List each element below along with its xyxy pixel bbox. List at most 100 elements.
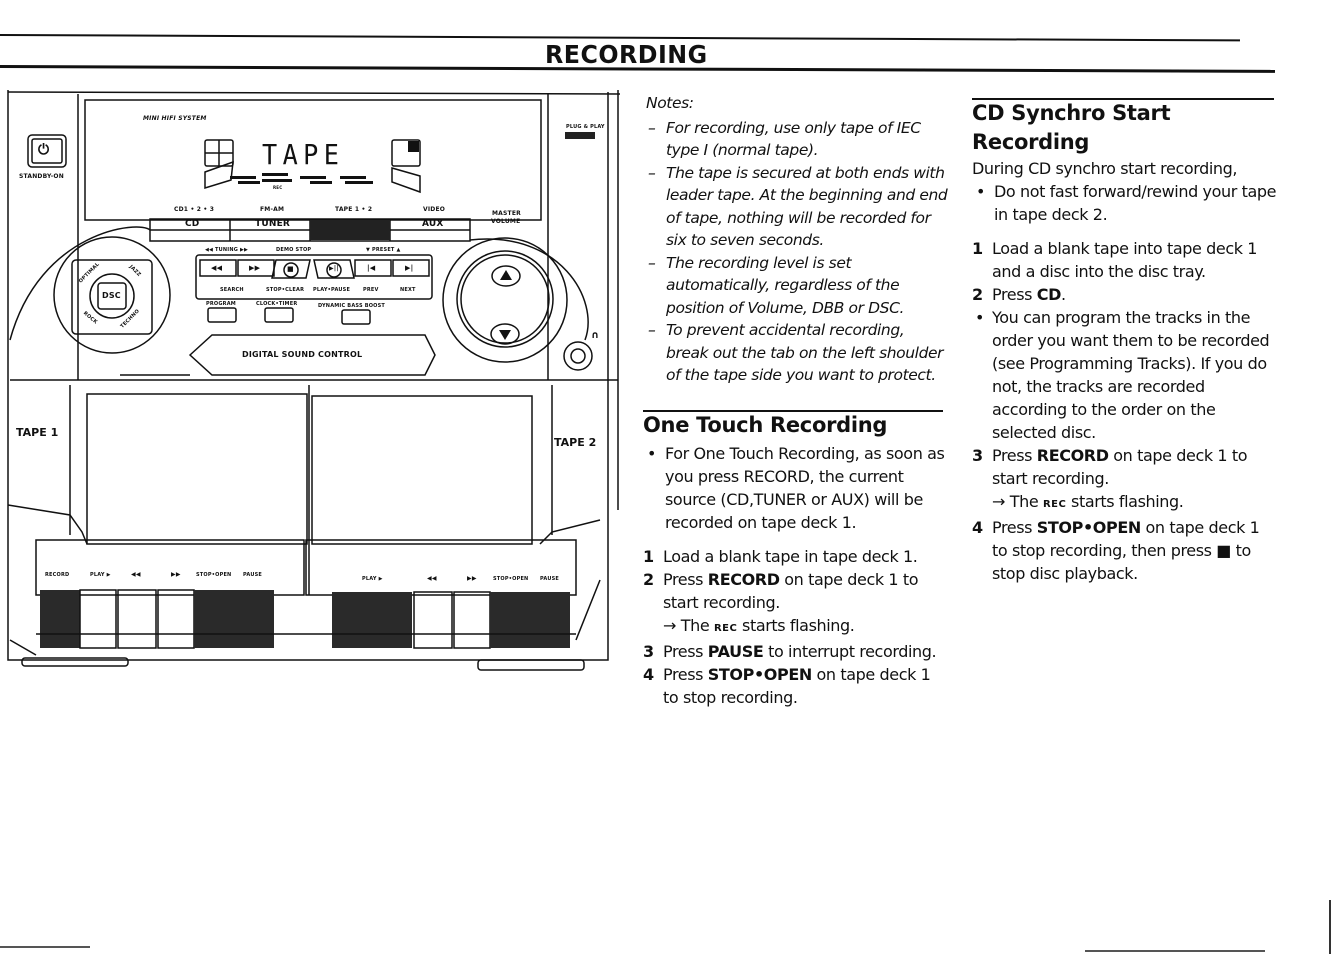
bullet-marker: •	[647, 444, 657, 463]
one-touch-heading: One Touch Recording	[643, 413, 888, 437]
next-label: NEXT	[400, 287, 416, 293]
cd-synchro-intro: During CD synchro start recording,	[972, 159, 1238, 178]
one-touch-step: 2 Press RECORD on tape deck 1 to start re…	[643, 568, 948, 640]
cd-synchro-bullet: • Do not fast forward/rewind your tape in…	[972, 180, 1277, 226]
page-edge	[1329, 900, 1331, 954]
one-touch-step: 1 Load a blank tape in tape deck 1.	[643, 545, 948, 568]
source-button-tuner[interactable]: TUNER	[255, 219, 290, 229]
brand-line: MINI HIFI SYSTEM	[143, 115, 207, 122]
deck2-stop-open-label: STOP•OPEN	[493, 576, 529, 582]
step-text: to interrupt recording.	[763, 642, 937, 661]
source-top-fmam: FM-AM	[260, 206, 285, 213]
dash-marker: –	[648, 163, 656, 182]
rewind-button[interactable]: ◀◀	[211, 264, 222, 272]
power-icon[interactable]: ⏻	[38, 141, 49, 159]
note-item: – The tape is secured at both ends with l…	[646, 162, 951, 252]
result-text: The	[676, 616, 714, 635]
master-volume-label-1: MASTER	[492, 210, 521, 217]
step-text: Load a blank tape into tape deck 1 and a…	[992, 239, 1258, 281]
step-text: Press	[992, 518, 1037, 537]
stop-button[interactable]: ■	[287, 265, 294, 273]
clock-timer-button[interactable]	[265, 308, 293, 322]
step-number: 4	[643, 665, 654, 684]
note-text: The tape is secured at both ends with le…	[666, 163, 948, 250]
step-keyword: RECORD	[1036, 446, 1109, 465]
dbb-label: DYNAMIC BASS BOOST	[318, 303, 386, 309]
step-number: 2	[972, 285, 983, 304]
step-text: Press	[663, 570, 708, 589]
note-item: – For recording, use only tape of IEC typ…	[646, 117, 951, 162]
bullet-text: Do not fast forward/rewind your tape in …	[994, 182, 1277, 224]
result-text: The	[1005, 492, 1043, 511]
deck2-rewind-key[interactable]	[414, 592, 452, 648]
program-label: PROGRAM	[206, 301, 236, 307]
notes-heading: Notes:	[646, 94, 694, 112]
note-text: The recording level is set automatically…	[666, 253, 905, 317]
deck1-pause-label: PAUSE	[243, 572, 262, 578]
one-touch-section: One Touch Recording • For One Touch Recor…	[643, 411, 948, 709]
dsc-label: DIGITAL SOUND CONTROL	[242, 350, 363, 359]
forward-button[interactable]: ▶▶	[249, 264, 260, 272]
tuning-label: ◀◀ TUNING ▶▶	[205, 247, 249, 253]
search-label: SEARCH	[220, 287, 244, 293]
deck2-forward-key[interactable]	[454, 592, 490, 648]
deck2-stop-open-key[interactable]	[490, 592, 530, 648]
tape1-label: TAPE 1	[16, 426, 59, 439]
bullet-text: You can program the tracks in the order …	[992, 308, 1270, 442]
play-pause-button[interactable]: ▶||	[329, 265, 339, 272]
step-number: 3	[972, 446, 983, 465]
volume-up-button[interactable]	[492, 266, 520, 286]
result-text: starts flashing.	[737, 616, 855, 635]
source-top-video: VIDEO	[423, 206, 446, 213]
cd-synchro-step: 1 Load a blank tape into tape deck 1 and …	[972, 237, 1277, 283]
scan-artifact	[0, 946, 90, 948]
source-top-tape: TAPE 1 • 2	[335, 206, 373, 213]
volume-down-button[interactable]	[491, 324, 519, 344]
note-item: – The recording level is set automaticall…	[646, 252, 951, 320]
lcd-display-text: TAPE	[262, 138, 345, 171]
step-keyword: CD	[1036, 285, 1062, 304]
master-volume-label-2: VOLUME	[491, 218, 521, 225]
arrow-icon: →	[992, 492, 1006, 511]
scan-artifact	[1085, 950, 1265, 952]
step-text: Press	[663, 642, 708, 661]
tape2-door[interactable]	[312, 396, 532, 544]
clock-timer-label: CLOCK•TIMER	[256, 301, 298, 307]
program-button[interactable]	[208, 308, 236, 322]
source-button-aux[interactable]: AUX	[422, 219, 444, 229]
note-text: To prevent accidental recording, break o…	[666, 321, 944, 384]
note-text: For recording, use only tape of IEC type…	[666, 118, 921, 160]
deck2-play-label: PLAY ▶	[362, 576, 383, 582]
tape1-door[interactable]	[87, 394, 307, 544]
cd-synchro-step: 2 Press CD.	[972, 283, 1277, 306]
bullet-marker: •	[975, 308, 985, 327]
rec-smallcaps: REC	[713, 623, 738, 634]
next-button[interactable]: ▶|	[405, 264, 413, 272]
rec-indicator: REC	[273, 185, 283, 190]
headphone-jack	[564, 342, 592, 370]
step-keyword: RECORD	[707, 570, 780, 589]
note-item: – To prevent accidental recording, break …	[646, 319, 951, 387]
deck1-record-key[interactable]	[40, 590, 80, 648]
deck1-play-key[interactable]	[80, 590, 116, 648]
cd-synchro-step: 4 Press STOP•OPEN on tape deck 1 to stop …	[972, 516, 1277, 585]
deck2-pause-key[interactable]	[530, 592, 570, 648]
play-pause-label: PLAY•PAUSE	[313, 287, 351, 293]
dsc-knob-center[interactable]: DSC	[102, 291, 121, 300]
step-number: 1	[972, 239, 983, 258]
page-title: RECORDING	[545, 40, 708, 69]
preset-label: ▼ PRESET ▲	[366, 247, 401, 253]
prev-button[interactable]: |◀	[367, 264, 375, 272]
deck1-pause-key[interactable]	[234, 590, 274, 648]
dbb-button[interactable]	[342, 310, 370, 324]
deck1-play-label: PLAY ▶	[90, 572, 111, 578]
source-button-cd[interactable]: CD	[185, 219, 199, 229]
deck1-forward-key[interactable]	[158, 590, 194, 648]
deck1-rewind-key[interactable]	[118, 590, 156, 648]
cd-synchro-section: CD Synchro Start Recording During CD syn…	[972, 99, 1277, 585]
deck1-stop-open-key[interactable]	[194, 590, 234, 648]
deck2-play-key[interactable]	[332, 592, 412, 648]
step-text: Press	[663, 665, 708, 684]
intro-text: For One Touch Recording, as soon as you …	[665, 444, 945, 532]
cd-synchro-step: 3 Press RECORD on tape deck 1 to start re…	[972, 444, 1277, 516]
